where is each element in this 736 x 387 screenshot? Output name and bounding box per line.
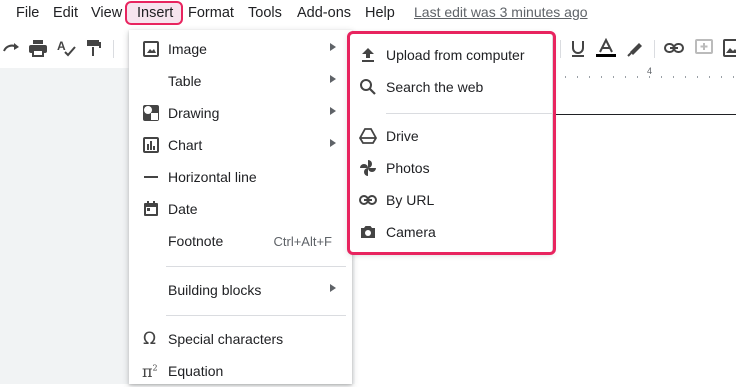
insert-image-icon[interactable]	[722, 38, 736, 58]
menu-item-label: Date	[168, 201, 198, 217]
insert-menu-item-special-characters[interactable]: Ω Special characters	[129, 323, 352, 355]
highlight-color-icon[interactable]	[626, 38, 646, 58]
chevron-right-icon	[330, 43, 336, 51]
insert-menu-item-horizontal-line[interactable]: Horizontal line	[129, 161, 352, 193]
insert-menu-item-drawing[interactable]: Drawing	[129, 97, 352, 129]
text-color-icon[interactable]	[596, 38, 616, 58]
paint-format-icon[interactable]	[84, 38, 104, 58]
menu-item-label: Footnote	[168, 233, 224, 249]
menu-item-label: Table	[168, 73, 202, 89]
menu-file[interactable]: File	[16, 4, 39, 22]
insert-menu-item-chart[interactable]: Chart	[129, 129, 352, 161]
insert-menu: Image Table Drawing Chart Horizontal lin…	[129, 30, 352, 384]
menu-edit[interactable]: Edit	[53, 4, 78, 22]
document-horizontal-rule	[555, 114, 736, 115]
menu-separator	[166, 315, 346, 316]
insert-menu-item-footnote[interactable]: Footnote Ctrl+Alt+F	[129, 225, 352, 257]
menu-item-label: Special characters	[168, 331, 284, 347]
chevron-right-icon	[330, 75, 336, 83]
insert-menu-item-table[interactable]: Table	[129, 65, 352, 97]
image-icon	[143, 41, 159, 57]
menu-item-label: Image	[168, 41, 207, 57]
chevron-right-icon	[330, 139, 336, 147]
ruler[interactable]: 4	[555, 66, 736, 82]
omega-icon: Ω	[143, 329, 156, 349]
spellcheck-icon[interactable]: A	[56, 38, 76, 58]
menu-item-label: Building blocks	[168, 282, 262, 298]
menu-item-label: Equation	[168, 363, 224, 379]
menu-item-label: Drawing	[168, 105, 220, 121]
print-icon[interactable]	[28, 38, 48, 58]
insert-menu-item-date[interactable]: Date	[129, 193, 352, 225]
svg-text:A: A	[57, 39, 66, 53]
pi-icon: π2	[142, 362, 158, 381]
chevron-right-icon	[330, 284, 336, 292]
submenu-highlight-box	[347, 31, 556, 255]
calendar-icon	[144, 201, 158, 216]
insert-menu-item-building-blocks[interactable]: Building blocks	[129, 274, 352, 306]
add-comment-icon[interactable]	[694, 38, 714, 58]
redo-icon[interactable]	[2, 38, 22, 58]
last-edit-link[interactable]: Last edit was 3 minutes ago	[414, 4, 588, 20]
menu-format[interactable]: Format	[188, 4, 234, 22]
menu-item-label: Horizontal line	[168, 169, 257, 185]
underline-icon[interactable]	[568, 38, 588, 58]
menu-item-label: Chart	[168, 137, 203, 153]
horizontal-line-icon	[144, 176, 158, 178]
menu-help[interactable]: Help	[365, 4, 395, 22]
insert-menu-item-equation[interactable]: π2 Equation	[129, 355, 352, 387]
keyboard-shortcut: Ctrl+Alt+F	[273, 234, 332, 249]
menu-insert[interactable]: Insert	[137, 4, 173, 22]
chevron-right-icon	[330, 107, 336, 115]
insert-link-icon[interactable]	[664, 38, 684, 58]
menu-addons[interactable]: Add-ons	[297, 4, 351, 22]
drawing-icon	[143, 105, 159, 121]
toolbar-divider	[113, 40, 114, 58]
chart-icon	[143, 137, 159, 153]
menu-separator	[166, 266, 346, 267]
menu-view[interactable]: View	[91, 4, 122, 22]
outline-panel	[0, 68, 128, 384]
ruler-tick-label: 4	[647, 66, 653, 76]
menu-bar: File Edit View Insert Format Tools Add-o…	[0, 0, 736, 28]
menu-tools[interactable]: Tools	[248, 4, 282, 22]
insert-menu-item-image[interactable]: Image	[129, 33, 352, 65]
ruler-ticks	[565, 76, 735, 78]
toolbar-divider	[654, 40, 655, 58]
toolbar-divider	[560, 40, 561, 58]
